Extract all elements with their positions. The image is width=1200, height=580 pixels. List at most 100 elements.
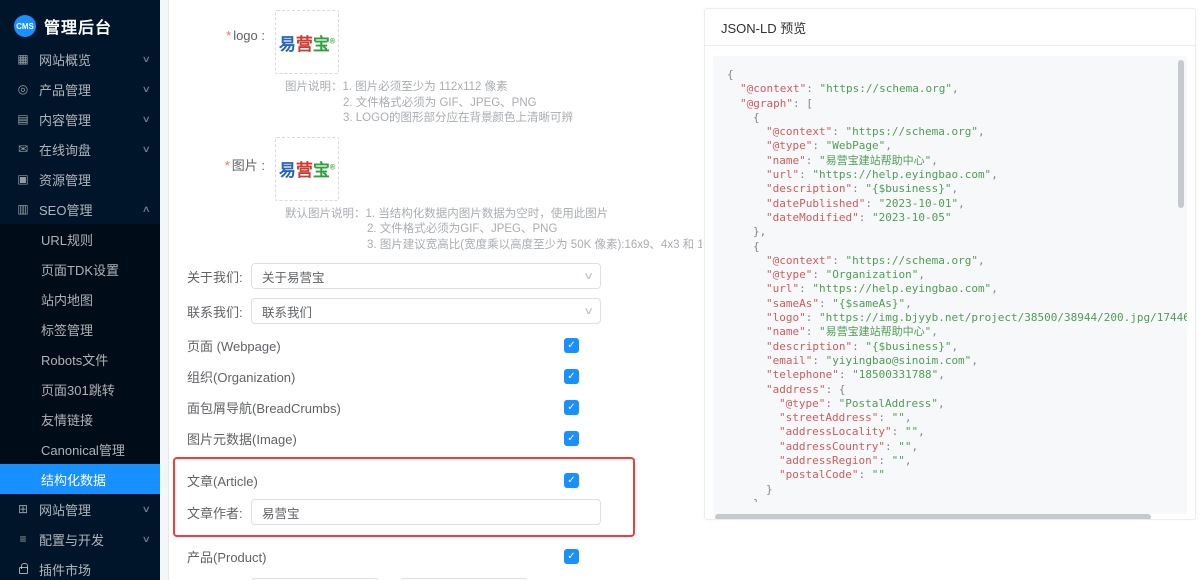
submenu-item-label: 页面TDK设置 xyxy=(41,260,150,279)
submenu-item-站内地图[interactable]: 站内地图 xyxy=(0,284,160,314)
code-line: "@context": "https://schema.org", xyxy=(727,254,1187,268)
sidebar-item-产品管理[interactable]: ◎产品管理∨ xyxy=(0,74,160,104)
sidebar-item-插件市场[interactable]: 插件市场 xyxy=(0,554,160,580)
logo-upload-box[interactable]: 易营宝® xyxy=(275,10,339,74)
submenu-item-label: 站内地图 xyxy=(41,290,150,309)
sidebar-item-SEO管理[interactable]: ▥SEO管理∧ xyxy=(0,194,160,224)
submenu-item-标签管理[interactable]: 标签管理 xyxy=(0,314,160,344)
submenu-item-结构化数据[interactable]: 结构化数据 xyxy=(0,464,160,494)
code-line: "address": { xyxy=(727,383,1187,397)
chevron-icon: ∨ xyxy=(142,504,151,515)
sidebar-item-label: 在线询盘 xyxy=(39,140,134,159)
lock-icon xyxy=(19,567,28,574)
toggle-row: 文章(Article)✓ xyxy=(187,468,579,492)
app-title: 管理后台 xyxy=(44,14,112,38)
config-icon: ≡ xyxy=(16,532,30,546)
code-line: "addressLocality": "", xyxy=(727,425,1187,439)
article-author-label: 文章作者: xyxy=(187,503,251,522)
checkbox-checked[interactable]: ✓ xyxy=(564,369,579,384)
code-line: "addressCountry": "", xyxy=(727,440,1187,454)
chevron-icon: ∨ xyxy=(142,54,151,65)
toggle-label: 页面 (Webpage) xyxy=(187,336,281,355)
toggle-row: 组织(Organization)✓ xyxy=(187,364,579,388)
article-annotation-box: 文章(Article)✓ 文章作者: xyxy=(173,457,635,537)
code-line: "logo": "https://img.bjyyb.net/project/3… xyxy=(727,311,1187,325)
code-line: "url": "https://help.eyingbao.com", xyxy=(727,168,1187,182)
seo-submenu: URL规则页面TDK设置站内地图标签管理Robots文件页面301跳转友情链接 C… xyxy=(0,224,160,494)
sidebar-item-资源管理[interactable]: ▣ 资源管理 xyxy=(0,164,160,194)
submenu-item-URL规则[interactable]: URL规则 xyxy=(0,224,160,254)
code-line: }, xyxy=(727,497,1187,502)
code-line: "postalCode": "" xyxy=(727,468,1187,482)
submenu-item-页面TDK设置[interactable]: 页面TDK设置 xyxy=(0,254,160,284)
checkbox-checked[interactable]: ✓ xyxy=(564,549,579,564)
checkbox-checked[interactable]: ✓ xyxy=(564,400,579,415)
submenu-item-页面301跳转[interactable]: 页面301跳转 xyxy=(0,374,160,404)
sidebar-item-配置与开发[interactable]: ≡配置与开发∨ xyxy=(0,524,160,554)
submenu-item-label: URL规则 xyxy=(41,230,150,249)
code-line: "@graph": [ xyxy=(727,97,1187,111)
chevron-icon: ∨ xyxy=(142,534,151,545)
submenu-item-友情链接[interactable]: 友情链接 xyxy=(0,404,160,434)
checkbox-checked[interactable]: ✓ xyxy=(564,431,579,446)
article-toggle-slot: 文章(Article)✓ xyxy=(187,468,619,492)
check-icon: ✓ xyxy=(567,551,575,562)
image-upload-box[interactable]: 易营宝® xyxy=(275,137,339,201)
toggle-label: 产品(Product) xyxy=(187,547,266,566)
submenu-item-Robots文件[interactable]: Robots文件 xyxy=(0,344,160,374)
logo-label: *logo : xyxy=(187,10,275,74)
content-icon: ▤ xyxy=(16,112,30,126)
code-line: { xyxy=(727,111,1187,125)
content-scroll-gutter[interactable] xyxy=(160,0,169,580)
logo-brand-image: 易营宝® xyxy=(279,30,335,55)
code-line: "@type": "Organization", xyxy=(727,268,1187,282)
sidebar-item-label: 资源管理 xyxy=(39,170,150,189)
toggle-rows-group: 产品(Product) ✓ xyxy=(187,544,702,568)
sidebar-item-网站概览[interactable]: ▦ 网站概览 ∨ xyxy=(0,44,160,74)
code-line: "telephone": "18500331788", xyxy=(727,368,1187,382)
submenu-item-Canonical管理[interactable]: Canonical管理 xyxy=(0,434,160,464)
dashboard-icon: ▦ xyxy=(16,52,30,66)
jsonld-preview-card: JSON-LD 预览 {"@context": "https://schema.… xyxy=(704,8,1196,520)
code-line: "description": "{$business}", xyxy=(727,340,1187,354)
code-line: "@type": "PostalAddress", xyxy=(727,397,1187,411)
checkbox-checked[interactable]: ✓ xyxy=(564,338,579,353)
sidebar-item-网站管理[interactable]: ⊞网站管理∨ xyxy=(0,494,160,524)
seo-icon: ▥ xyxy=(16,202,30,216)
structured-data-form: *logo : 易营宝® 图片说明：1. 图片必须至少为 112x112 像素 … xyxy=(169,0,702,580)
contact-us-select[interactable]: 联系我们 ∨ xyxy=(251,298,601,324)
check-icon: ✓ xyxy=(567,371,575,382)
lock-icon xyxy=(16,562,30,576)
submenu-item-label: 结构化数据 xyxy=(41,470,150,489)
code-line: "@context": "https://schema.org", xyxy=(727,125,1187,139)
logo-help-text: 图片说明：1. 图片必须至少为 112x112 像素 2. 文件格式必须为 GI… xyxy=(285,80,702,127)
about-us-row: 关于我们: 关于易营宝 ∨ xyxy=(187,263,702,289)
sidebar-menu-bottom: ⊞网站管理∨≡配置与开发∨插件市场 xyxy=(0,494,160,580)
submenu-item-label: 友情链接 xyxy=(41,410,150,429)
code-line: } xyxy=(727,483,1187,497)
sidebar-item-label: 网站概览 xyxy=(39,50,134,69)
jsonld-preview-title: JSON-LD 预览 xyxy=(705,9,1195,46)
vertical-scrollbar[interactable] xyxy=(1178,60,1184,208)
code-line: { xyxy=(727,240,1187,254)
required-asterisk: * xyxy=(225,158,230,173)
horizontal-scrollbar[interactable] xyxy=(715,514,1151,520)
sidebar-item-在线询盘[interactable]: ✉在线询盘∨ xyxy=(0,134,160,164)
sidebar-item-label: 产品管理 xyxy=(39,80,134,99)
about-us-select[interactable]: 关于易营宝 ∨ xyxy=(251,263,601,289)
cms-logo-icon: CMS xyxy=(14,15,36,37)
resource-icon: ▣ xyxy=(16,172,30,186)
jsonld-code: {"@context": "https://schema.org","@grap… xyxy=(713,56,1187,502)
check-icon: ✓ xyxy=(567,402,575,413)
check-icon: ✓ xyxy=(567,475,575,486)
product-icon: ◎ xyxy=(16,82,30,96)
sidebar-item-label: 内容管理 xyxy=(39,110,134,129)
sidebar-menu-top: ▦网站概览∨◎产品管理∨▤内容管理∨✉在线询盘∨▣资源管理▥SEO管理∧ xyxy=(0,44,160,224)
checkbox-checked[interactable]: ✓ xyxy=(564,473,579,488)
article-author-input[interactable] xyxy=(251,499,601,525)
sidebar-item-内容管理[interactable]: ▤内容管理∨ xyxy=(0,104,160,134)
app-root: CMS 管理后台 ▦ 网站概览 ∨ ◎ 产品管理 ∨ ▤ 内容管理 ∨ ✉在线询盘∨ ▣ 资源管理 ▥S… xyxy=(0,0,1200,580)
code-line: "@type": "WebPage", xyxy=(727,139,1187,153)
code-line: "name": "易营宝建站帮助中心", xyxy=(727,154,1187,168)
required-asterisk: * xyxy=(226,28,231,43)
